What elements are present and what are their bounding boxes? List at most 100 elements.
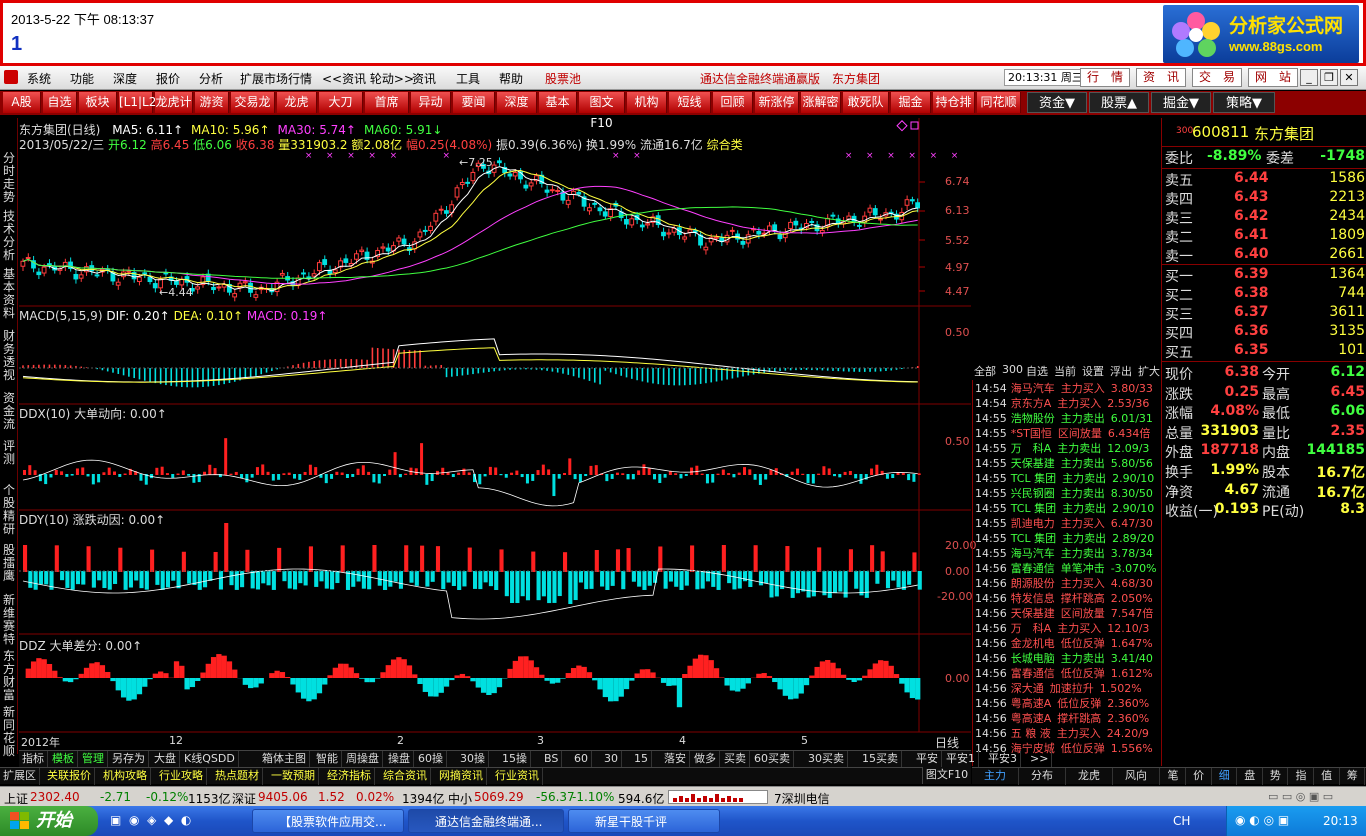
toolbar-button[interactable]: 掘金: [891, 92, 931, 113]
tick-row[interactable]: 14:55 TCL 集团 主力卖出 2.90/10: [975, 470, 1160, 485]
quicklaunch-icon[interactable]: ◐: [181, 813, 191, 827]
extension-tab[interactable]: 扩展区: [0, 768, 40, 785]
toolbar-button[interactable]: 大刀: [319, 92, 363, 113]
tick-row[interactable]: 14:54 海马汽车 主力买入 3.80/33: [975, 380, 1160, 395]
period-label[interactable]: 日线: [935, 734, 959, 751]
left-tab[interactable]: 资金流: [1, 392, 17, 431]
quicklaunch-icon[interactable]: ◈: [147, 813, 156, 827]
menu-stock-pool[interactable]: 股票池: [545, 70, 581, 87]
indicator-tab[interactable]: K线QSDD: [181, 751, 239, 768]
toolbar-button[interactable]: 要闻: [453, 92, 495, 113]
chart-area[interactable]: ××××××××××××××× 东方集团(日线) MA5: 6.11↑MA10:…: [19, 118, 977, 754]
toolbar-button[interactable]: 深度: [497, 92, 537, 113]
quote-detail-tab[interactable]: 细: [1212, 768, 1238, 785]
indicator-tab[interactable]: 30操: [457, 751, 489, 768]
toolbar-button[interactable]: 回顾: [713, 92, 753, 113]
header-button[interactable]: 行 情: [1080, 68, 1130, 87]
left-tab[interactable]: 分时走势: [1, 152, 17, 204]
toolbar-dropdown[interactable]: 资金▼: [1027, 92, 1087, 113]
indicator-tab[interactable]: 箱体主图: [259, 751, 310, 768]
menu-item[interactable]: <<资讯 轮动>>: [322, 70, 414, 87]
tick-row[interactable]: 14:56 富春通信 单笔冲击 -3.070%: [975, 560, 1160, 575]
language-indicator[interactable]: CH: [1173, 814, 1190, 828]
tick-row[interactable]: 14:54 京东方A 主力买入 2.53/36: [975, 395, 1160, 410]
toolbar-button[interactable]: 机构: [627, 92, 667, 113]
toolbar-button[interactable]: A股: [3, 92, 41, 113]
quote-detail-tab[interactable]: 值: [1315, 768, 1340, 785]
tick-row[interactable]: 14:56 五 粮 液主力买入 24.20/9: [975, 725, 1160, 740]
toolbar-button[interactable]: 基本: [539, 92, 577, 113]
indicator-tab[interactable]: 15操: [499, 751, 531, 768]
indicator-tab[interactable]: 做多: [691, 751, 720, 768]
monitor-tab[interactable]: 300: [1002, 363, 1023, 376]
f10-button[interactable]: 图文F10: [922, 767, 971, 784]
indicator-tab[interactable]: 智能: [313, 751, 342, 768]
menu-item[interactable]: 分析: [199, 70, 223, 87]
quicklaunch-icon[interactable]: ◆: [164, 813, 173, 827]
extension-tab[interactable]: 网摘资讯: [436, 768, 487, 785]
tick-row[interactable]: 14:55 万 科A 主力卖出 12.09/3: [975, 440, 1160, 455]
indicator-tab[interactable]: 大盘: [151, 751, 180, 768]
indicator-tab[interactable]: 操盘: [385, 751, 414, 768]
tick-row[interactable]: 14:55 兴民钢圈 主力卖出 8.30/50: [975, 485, 1160, 500]
close-icon[interactable]: ✕: [1340, 69, 1358, 86]
monitor-tab[interactable]: 扩大: [1138, 363, 1160, 379]
menu-item[interactable]: 报价: [156, 70, 180, 87]
site-logo[interactable]: 分析家公式网 www.88gs.com: [1163, 5, 1359, 63]
tick-row[interactable]: 14:56 特发信息 撑杆跳高 2.050%: [975, 590, 1160, 605]
toolbar-button[interactable]: 游资: [195, 92, 229, 113]
quicklaunch-icon[interactable]: ◉: [129, 813, 139, 827]
left-tab[interactable]: 基本资料: [1, 268, 17, 320]
tick-row[interactable]: 14:55 *ST国恒 区间放量 6.434倍: [975, 425, 1160, 440]
toolbar-button[interactable]: 涨解密: [801, 92, 841, 113]
quote-detail-tab[interactable]: 筹: [1340, 768, 1366, 785]
extension-tab[interactable]: 综合资讯: [380, 768, 431, 785]
left-tab[interactable]: 股擂鹰: [1, 544, 17, 583]
quote-detail-tab[interactable]: 盘: [1238, 768, 1263, 785]
task-forum[interactable]: 【股票软件应用交...: [252, 809, 404, 833]
extension-tab[interactable]: 热点题材: [212, 768, 263, 785]
left-tab[interactable]: 东方财富: [1, 650, 17, 702]
left-tab[interactable]: 技术分析: [1, 210, 17, 262]
toolbar-button[interactable]: 新涨停: [755, 92, 799, 113]
tick-row[interactable]: 14:56 粤高速A 低位反弹 2.360%: [975, 695, 1160, 710]
header-button[interactable]: 交 易: [1192, 68, 1242, 87]
indicator-tab[interactable]: BS: [541, 751, 563, 768]
extension-tab[interactable]: 经济指标: [324, 768, 375, 785]
menu-item[interactable]: 扩展市场行情: [240, 70, 312, 87]
menu-item[interactable]: 系统: [27, 70, 51, 87]
menu-item[interactable]: 帮助: [499, 70, 523, 87]
toolbar-button[interactable]: 龙虎: [277, 92, 317, 113]
indicator-tab[interactable]: 指标: [19, 751, 48, 768]
extension-tab[interactable]: 行业攻略: [156, 768, 207, 785]
toolbar-button[interactable]: 异动: [411, 92, 451, 113]
indicator-tab[interactable]: 30买卖: [805, 751, 848, 768]
indicator-tab[interactable]: 管理: [79, 751, 108, 768]
indicator-tab[interactable]: 15: [631, 751, 652, 768]
restore-icon[interactable]: ❐: [1320, 69, 1338, 86]
indicator-tab[interactable]: 平安3: [985, 751, 1021, 768]
monitor-side-tab[interactable]: 龙虎: [1066, 768, 1113, 785]
left-tab[interactable]: 财务透视: [1, 330, 17, 382]
tick-row[interactable]: 14:55 TCL 集团 主力卖出 2.89/20: [975, 530, 1160, 545]
left-tab[interactable]: 新同花顺: [1, 706, 17, 758]
minimize-icon[interactable]: _: [1300, 69, 1318, 86]
indicator-tab[interactable]: 60: [571, 751, 592, 768]
indicator-tab[interactable]: 落安: [661, 751, 690, 768]
tick-row[interactable]: 14:55 凯迪电力 主力买入 6.47/30: [975, 515, 1160, 530]
tick-row[interactable]: 14:55 海马汽车 主力卖出 3.78/34: [975, 545, 1160, 560]
tick-row[interactable]: 14:56 粤高速A 撑杆跳高 2.360%: [975, 710, 1160, 725]
indicator-tab[interactable]: 模板: [49, 751, 78, 768]
monitor-tab[interactable]: 浮出: [1110, 363, 1132, 379]
toolbar-dropdown[interactable]: 股票▲: [1089, 92, 1149, 113]
tick-row[interactable]: 14:56 朗源股份 主力买入 4.68/30: [975, 575, 1160, 590]
monitor-side-tab[interactable]: 分布: [1019, 768, 1066, 785]
indicator-tab[interactable]: 60买卖: [751, 751, 794, 768]
tick-row[interactable]: 14:56 金龙机电 低位反弹 1.647%: [975, 635, 1160, 650]
tick-row[interactable]: 14:55 浩物股份 主力卖出 6.01/31: [975, 410, 1160, 425]
toolbar-button[interactable]: 持仓排: [933, 92, 975, 113]
toolbar-button[interactable]: [L1|L2]: [119, 92, 161, 113]
monitor-tab[interactable]: 设置: [1082, 363, 1104, 379]
broker-server[interactable]: 7深圳电信: [774, 790, 830, 807]
tick-row[interactable]: 14:56 天保基建 区间放量 7.547倍: [975, 605, 1160, 620]
